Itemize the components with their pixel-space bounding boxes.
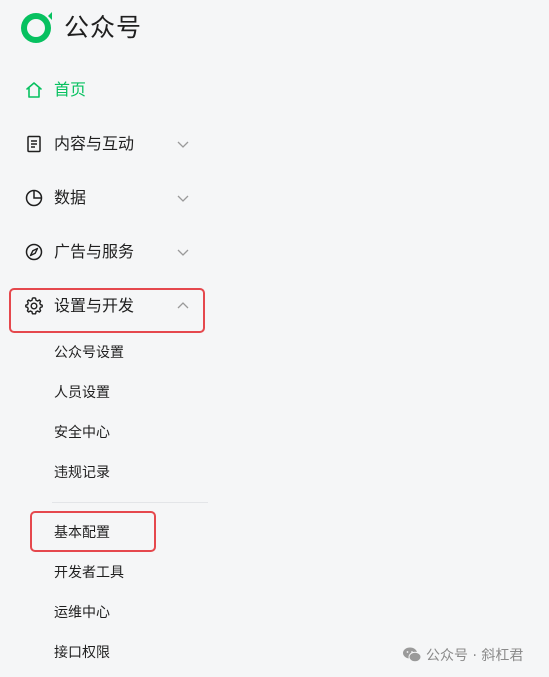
menu-divider: [52, 502, 208, 503]
watermark-text: 公众号 · 斜杠君: [426, 648, 524, 664]
sub-item-staff-settings[interactable]: 人员设置: [54, 382, 110, 404]
nav-item-label: 数据: [54, 188, 87, 207]
nav-item-label: 广告与服务: [54, 242, 135, 261]
nav-item-content[interactable]: 内容与互动: [24, 128, 204, 160]
wechat-mp-logo-icon: [21, 12, 52, 43]
pie-chart-icon: [25, 189, 43, 207]
nav-item-label: 首页: [54, 80, 87, 99]
highlight-box-settings: [9, 288, 205, 333]
chevron-down-icon[interactable]: [175, 190, 191, 206]
document-icon: [27, 135, 41, 153]
sub-item-security-center[interactable]: 安全中心: [54, 422, 110, 444]
sub-item-api-permissions[interactable]: 接口权限: [54, 642, 110, 664]
chevron-down-icon[interactable]: [175, 136, 191, 152]
home-icon: [26, 82, 42, 98]
nav-item-label: 内容与互动: [54, 134, 135, 153]
watermark: 公众号 · 斜杠君: [402, 645, 523, 665]
sub-item-account-settings[interactable]: 公众号设置: [54, 342, 124, 364]
highlight-box-basic-config: [30, 511, 156, 552]
app-title: 公众号: [64, 13, 143, 42]
sub-item-violation-records[interactable]: 违规记录: [54, 462, 110, 484]
nav-item-ads[interactable]: 广告与服务: [24, 236, 204, 268]
sub-item-ops-center[interactable]: 运维中心: [54, 602, 110, 624]
compass-icon: [25, 243, 43, 261]
nav-item-home[interactable]: 首页: [24, 74, 204, 106]
app-logo[interactable]: 公众号: [18, 10, 142, 46]
nav-item-data[interactable]: 数据: [24, 182, 204, 214]
wechat-icon: [403, 647, 422, 663]
sub-item-developer-tools[interactable]: 开发者工具: [54, 562, 124, 584]
chevron-down-icon[interactable]: [175, 244, 191, 260]
